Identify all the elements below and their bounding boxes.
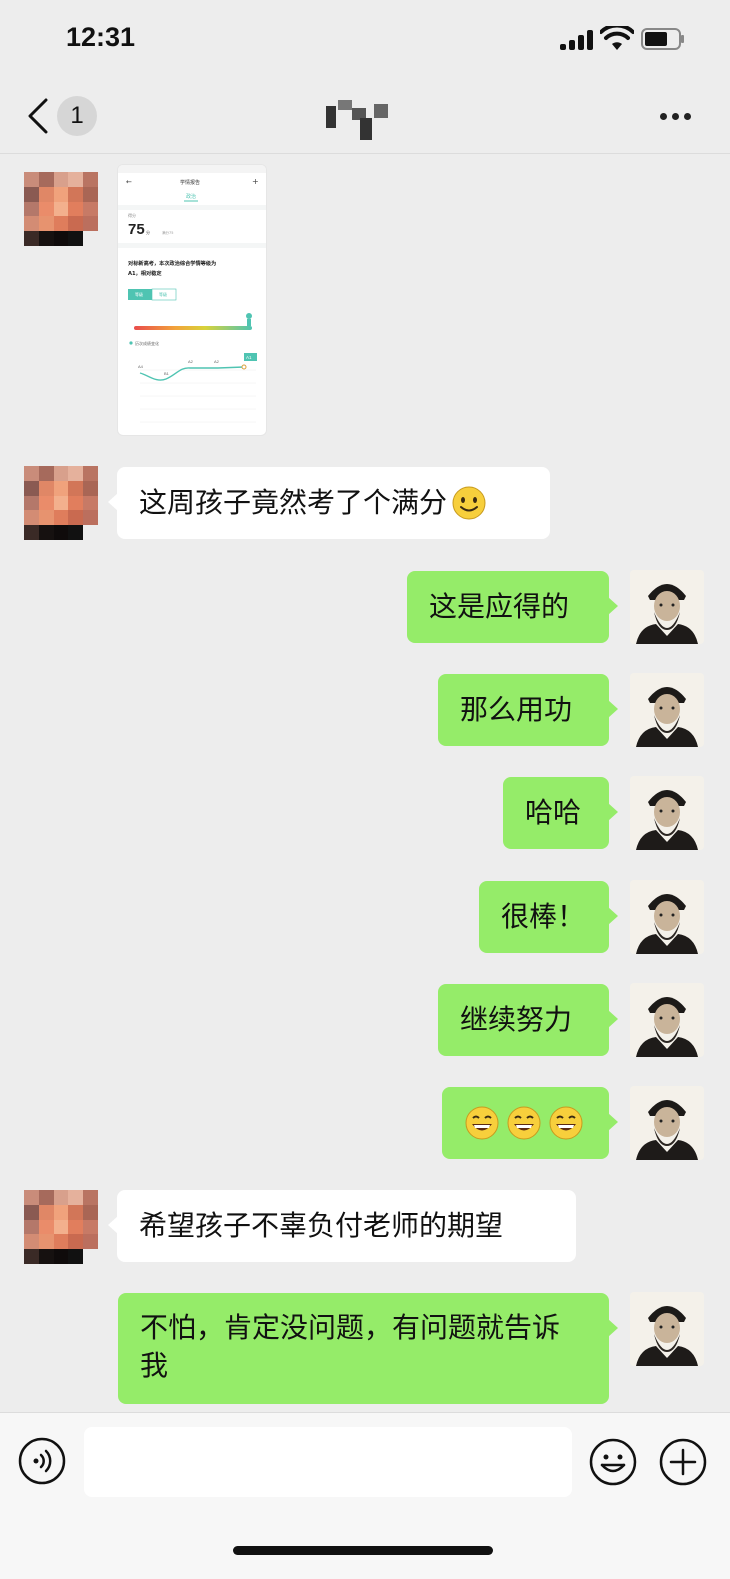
self-avatar[interactable] [630, 983, 704, 1057]
message-text: 那么用功 [460, 693, 573, 726]
smiling-face-emoji-icon [452, 486, 486, 520]
grinning-face-emoji-icon [507, 1106, 541, 1140]
chart-label-3: A2 [188, 359, 194, 364]
full-score: 满分75 [162, 230, 173, 235]
more-options-button[interactable] [656, 104, 696, 124]
grinning-face-emoji-icon [549, 1106, 583, 1140]
emoji-picker-button[interactable] [588, 1437, 638, 1487]
message-bubble[interactable]: 不怕，肯定没问题，有问题就告诉我 [118, 1293, 618, 1404]
unread-count-badge[interactable]: 1 [57, 96, 97, 136]
message-bubble[interactable]: 继续努力 [438, 984, 618, 1056]
more-actions-plus-button[interactable] [658, 1437, 708, 1487]
self-avatar[interactable] [630, 776, 704, 850]
chart-label-4: A2 [214, 359, 220, 364]
summary-line1: 对标新高考，本次政治综合学情等级为 [128, 259, 216, 267]
self-avatar[interactable] [630, 673, 704, 747]
report-tab: 政治 [186, 193, 196, 200]
chat-title-redacted [326, 100, 388, 140]
wifi-icon [600, 26, 634, 50]
message-text: 哈哈 [525, 796, 582, 829]
message-bubble[interactable]: 这是应得的 [407, 571, 618, 643]
report-screenshot-thumbnail: ← 学情报告 + 政治 得分 75 分 满分75 对标新高考，本次政治综合学情等… [118, 165, 266, 423]
chart-label-2: B1 [164, 371, 170, 376]
message-text: 不怕，肯定没问题，有问题就告诉我 [140, 1311, 561, 1382]
chart-label-1: A4 [138, 364, 144, 369]
status-bar: 12:31 [0, 0, 730, 80]
svg-text:←: ← [126, 178, 132, 186]
message-bubble[interactable]: 哈哈 [503, 777, 618, 849]
message-bubble[interactable]: 那么用功 [438, 674, 618, 746]
message-text: 很棒！ [501, 900, 586, 933]
emoji-message-bubble[interactable] [442, 1087, 618, 1159]
report-header: 学情报告 [180, 179, 200, 186]
report-screenshot-image[interactable]: ← 学情报告 + 政治 得分 75 分 满分75 对标新高考，本次政治综合学情等… [117, 164, 267, 436]
battery-icon [641, 28, 684, 50]
status-time: 12:31 [66, 22, 136, 52]
message-bubble[interactable]: 希望孩子不辜负付老师的期望 [108, 1190, 576, 1262]
message-input[interactable] [84, 1427, 572, 1497]
self-avatar[interactable] [630, 880, 704, 954]
contact-avatar[interactable] [24, 1190, 98, 1264]
message-text: 这是应得的 [429, 590, 570, 623]
self-avatar[interactable] [630, 1292, 704, 1366]
contact-avatar[interactable] [24, 172, 98, 246]
message-text: 希望孩子不辜负付老师的期望 [139, 1209, 504, 1242]
grinning-face-emoji-icon [465, 1106, 499, 1140]
home-indicator [233, 1546, 493, 1555]
cellular-signal-icon [560, 30, 594, 50]
summary-line2: A1，相对稳定 [128, 269, 162, 277]
message-bubble[interactable]: 很棒！ [479, 881, 618, 953]
message-bubble[interactable]: 这周孩子竟然考了个满分 [108, 467, 550, 539]
toggle-left: 等级 [135, 291, 143, 297]
score-unit: 分 [146, 229, 150, 235]
report-score: 75 [128, 221, 145, 238]
toggle-right: 等级 [159, 291, 167, 297]
self-avatar[interactable] [630, 570, 704, 644]
self-avatar[interactable] [630, 1086, 704, 1160]
message-text: 继续努力 [460, 1003, 573, 1036]
svg-text:+: + [252, 177, 259, 186]
contact-avatar[interactable] [24, 466, 98, 540]
score-label: 得分 [128, 212, 136, 218]
back-button[interactable] [22, 96, 56, 136]
chart-legend: 历次成绩变化 [135, 340, 159, 346]
voice-input-button[interactable] [18, 1437, 66, 1485]
level-badge: A1 [246, 355, 252, 360]
chat-header: 1 [0, 80, 730, 154]
message-text: 这周孩子竟然考了个满分 [139, 486, 448, 519]
